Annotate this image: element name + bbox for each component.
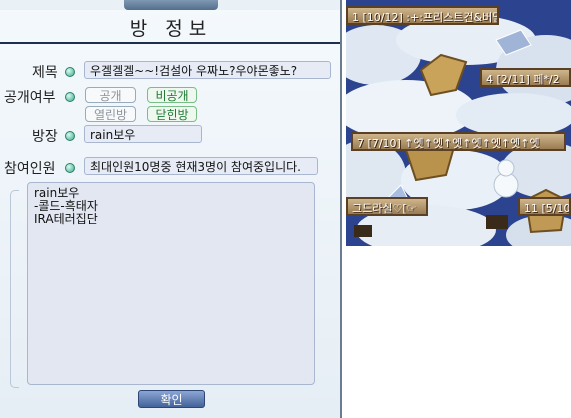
- members-list[interactable]: rain보우 -콜드-흑태자 IRA테러집단: [27, 182, 315, 385]
- host-field: rain보우: [84, 125, 202, 143]
- subject-field[interactable]: 우겔겔겔~~!검설아 우짜노?우야몬좋노?: [84, 61, 331, 79]
- room-list-item[interactable]: 11 [5/10: [518, 197, 571, 216]
- private-option-button[interactable]: 비공개: [147, 87, 197, 103]
- member-item: IRA테러집단: [34, 212, 98, 226]
- bullet-icon: [65, 131, 75, 141]
- visibility-label: 공개여부: [4, 90, 56, 106]
- room-list-item[interactable]: 1 [10/12] :+:프리스트건&버밀리온...: [346, 6, 499, 25]
- bullet-icon: [65, 163, 75, 173]
- closed-room-option-button[interactable]: 닫힌방: [147, 106, 197, 122]
- panel-drag-handle[interactable]: [124, 0, 218, 10]
- room-list-game-view: 1 [10/12] :+:프리스트건&버밀리온... 4 [2/11] 페*/2…: [346, 0, 571, 246]
- panel-border: [340, 0, 342, 418]
- subject-label: 제목: [32, 65, 58, 81]
- open-room-option-button[interactable]: 열린방: [85, 106, 136, 122]
- bullet-icon: [65, 92, 75, 102]
- panel-top-bar: [0, 0, 342, 10]
- room-list-item[interactable]: 7 [7/10] ↑엣↑엣↑엣↑엣↑엣↑엣↑엣: [351, 132, 566, 151]
- panel-title: 방 정보: [129, 18, 213, 40]
- room-list-item[interactable]: 4 [2/11] 페*/2: [480, 68, 571, 87]
- public-option-button[interactable]: 공개: [85, 87, 136, 103]
- host-label: 방장: [32, 129, 58, 145]
- title-divider: [0, 42, 342, 44]
- room-list-item[interactable]: 그드라실♡[☞: [346, 197, 428, 216]
- confirm-button[interactable]: 확인: [138, 390, 205, 408]
- room-info-panel: 방 정보 제목 우겔겔겔~~!검설아 우짜노?우야몬좋노? 공개여부 공개 비공…: [0, 0, 342, 418]
- members-list-bracket: [10, 190, 19, 388]
- participants-field: 최대인원10명중 현재3명이 참여중입니다.: [84, 157, 318, 175]
- participants-label: 참여인원: [4, 161, 56, 177]
- bullet-icon: [65, 67, 75, 77]
